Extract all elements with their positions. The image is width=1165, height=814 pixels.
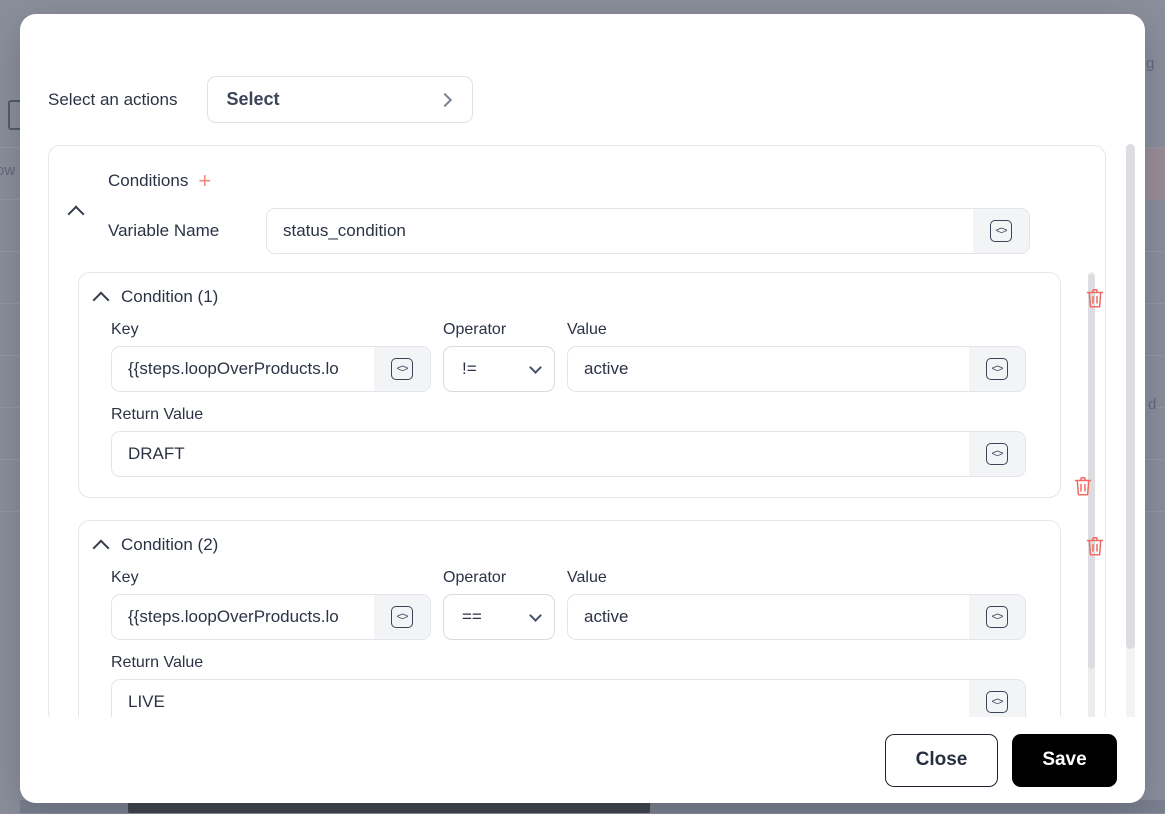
- plus-icon[interactable]: +: [198, 170, 211, 192]
- key-code-button[interactable]: <>: [374, 595, 430, 639]
- value-label: Value: [567, 321, 607, 338]
- operator-select[interactable]: ==: [443, 594, 555, 640]
- value-field: <>: [567, 346, 1026, 392]
- backdrop-text: g: [1146, 55, 1155, 72]
- code-brackets-icon: <>: [391, 358, 413, 380]
- variable-name-field: <>: [266, 208, 1030, 254]
- condition-header: Condition (1): [79, 287, 1060, 308]
- variable-name-code-button[interactable]: <>: [973, 209, 1029, 253]
- backdrop-text: d: [1148, 396, 1157, 413]
- value-code-button[interactable]: <>: [969, 347, 1025, 391]
- select-action-label: Select an actions: [48, 89, 178, 109]
- action-select-value: Select: [226, 89, 280, 109]
- variable-name-label: Variable Name: [108, 221, 220, 240]
- trash-icon: [1086, 536, 1104, 556]
- return-value-field: <>: [111, 431, 1026, 477]
- modal-footer: Close Save: [20, 717, 1145, 803]
- condition-fields-row: Key <> Operator: [79, 307, 1060, 392]
- condition-title: Condition (1): [121, 287, 219, 306]
- value-group: Value <>: [567, 569, 1026, 640]
- operator-select[interactable]: !=: [443, 346, 555, 392]
- key-label: Key: [111, 569, 139, 586]
- conditions-scroll-pane: Condition (1) Key <>: [49, 272, 1105, 717]
- code-brackets-icon: <>: [986, 358, 1008, 380]
- value-code-button[interactable]: <>: [969, 595, 1025, 639]
- conditions-scrollbar-thumb[interactable]: [1088, 274, 1095, 669]
- condition-block: Condition (1) Key <>: [78, 272, 1104, 498]
- conditions-collapse-toggle[interactable]: [63, 198, 89, 224]
- return-value-group: Return Value <>: [79, 392, 1060, 477]
- key-label: Key: [111, 321, 139, 338]
- chevron-up-icon[interactable]: [92, 539, 110, 556]
- return-value-group: Return Value <>: [79, 640, 1060, 717]
- key-input[interactable]: [112, 347, 374, 391]
- key-field: <>: [111, 594, 431, 640]
- close-button[interactable]: Close: [885, 733, 998, 787]
- key-field: <>: [111, 346, 431, 392]
- code-brackets-icon: <>: [986, 606, 1008, 628]
- key-code-button[interactable]: <>: [374, 347, 430, 391]
- variable-name-input[interactable]: [267, 209, 973, 253]
- return-value-code-button[interactable]: <>: [969, 432, 1025, 476]
- conditions-title: Conditions: [108, 171, 189, 190]
- conditions-area: Conditions + Variable Name <>: [48, 145, 1106, 717]
- key-group: Key <>: [111, 321, 431, 392]
- code-brackets-icon: <>: [990, 220, 1012, 242]
- key-input[interactable]: [112, 595, 374, 639]
- chevron-down-icon: [529, 608, 542, 622]
- code-brackets-icon: <>: [986, 443, 1008, 465]
- modal-scrollbar-thumb[interactable]: [1126, 144, 1135, 649]
- variable-name-row: Variable Name <>: [49, 208, 1105, 254]
- code-brackets-icon: <>: [986, 691, 1008, 713]
- return-value-input[interactable]: [112, 680, 969, 717]
- condition-delete-button[interactable]: [1085, 287, 1105, 309]
- save-button[interactable]: Save: [1012, 733, 1117, 787]
- action-select-row: Select an actions Select: [20, 14, 1145, 123]
- condition-delete-button[interactable]: [1085, 535, 1105, 557]
- value-label: Value: [567, 569, 607, 586]
- chevron-up-icon: [67, 205, 85, 222]
- chevron-right-icon: [438, 92, 453, 107]
- trash-icon: [1074, 476, 1092, 496]
- chevron-down-icon: [529, 360, 542, 374]
- conditions-header: Conditions +: [49, 170, 1105, 192]
- return-value-input[interactable]: [112, 432, 969, 476]
- condition-fields-row: Key <> Operator: [79, 555, 1060, 640]
- operator-label: Operator: [443, 321, 507, 338]
- modal-body: Select an actions Select Conditions + Va…: [20, 14, 1145, 717]
- conditions-group-delete-button[interactable]: [1073, 475, 1093, 502]
- code-brackets-icon: <>: [391, 606, 413, 628]
- backdrop-text: ow: [0, 162, 16, 179]
- return-value-label: Return Value: [111, 406, 204, 423]
- action-config-modal: Select an actions Select Conditions + Va…: [20, 14, 1145, 803]
- action-select-dropdown[interactable]: Select: [207, 76, 474, 123]
- operator-group: Operator !=: [443, 321, 555, 392]
- conditions-card: Conditions + Variable Name <>: [48, 145, 1106, 717]
- condition-header: Condition (2): [79, 535, 1060, 556]
- value-input[interactable]: [568, 595, 969, 639]
- condition-title: Condition (2): [121, 535, 219, 554]
- trash-icon: [1086, 288, 1104, 308]
- return-value-field: <>: [111, 679, 1026, 717]
- return-value-code-button[interactable]: <>: [969, 680, 1025, 717]
- return-value-label: Return Value: [111, 654, 204, 671]
- operator-value: !=: [462, 359, 477, 378]
- value-group: Value <>: [567, 321, 1026, 392]
- chevron-up-icon[interactable]: [92, 291, 110, 308]
- operator-value: ==: [462, 607, 482, 626]
- operator-label: Operator: [443, 569, 507, 586]
- value-field: <>: [567, 594, 1026, 640]
- operator-group: Operator ==: [443, 569, 555, 640]
- key-group: Key <>: [111, 569, 431, 640]
- value-input[interactable]: [568, 347, 969, 391]
- condition-block: Condition (2) Key <>: [78, 520, 1104, 717]
